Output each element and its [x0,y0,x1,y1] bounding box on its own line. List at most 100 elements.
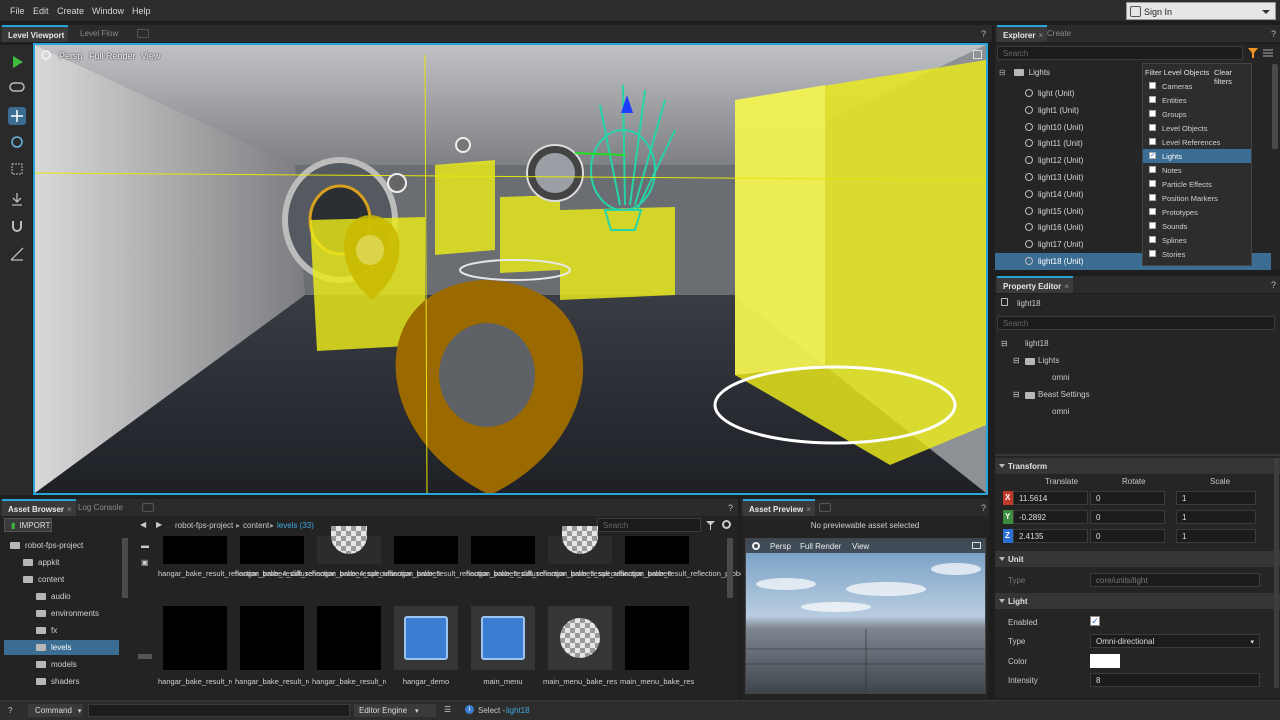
add-tab-icon[interactable] [819,503,831,512]
scale-z-field[interactable]: 1 [1176,529,1256,543]
intensity-field[interactable]: 8 [1090,673,1260,687]
filter-option[interactable]: Entities [1143,93,1251,107]
tree-node-omni[interactable]: omni [1052,407,1069,416]
back-arrow-icon[interactable]: ◀ [140,520,146,529]
asset-thumbnail[interactable] [471,536,535,564]
breadcrumb-content[interactable]: content [243,521,269,530]
gamepad-icon[interactable] [8,78,26,96]
tree-node-light18[interactable]: light18 [1025,339,1049,348]
ruler-icon[interactable] [8,245,26,263]
filter-option[interactable]: Cameras [1143,79,1251,93]
camera-icon[interactable] [972,542,981,549]
tree-item-audio[interactable]: audio [4,589,119,604]
tree-root-lights[interactable]: ⊟ Lights [999,68,1050,85]
grid-scrollbar[interactable] [727,538,733,598]
explorer-search-input[interactable]: Search [997,46,1243,60]
asset-preview-help-icon[interactable]: ? [981,503,986,513]
asset-thumbnail[interactable] [548,526,612,564]
filter-checkbox[interactable] [1149,96,1156,103]
filter-option[interactable]: Prototypes [1143,205,1251,219]
filter-checkbox[interactable] [1149,180,1156,187]
asset-thumbnail[interactable] [625,606,689,670]
persp-button[interactable]: Persp [59,51,83,61]
play-icon[interactable] [8,53,26,71]
rotate-z-field[interactable]: 0 [1090,529,1165,543]
filter-option[interactable]: Sounds [1143,219,1251,233]
tree-expand-icon[interactable]: ⊟ [1013,390,1020,399]
asset-type-icon[interactable]: ▣ [141,558,149,567]
gear-icon[interactable] [722,520,731,529]
viewport-help-icon[interactable]: ? [981,29,986,39]
tree-scrollbar[interactable] [122,538,128,598]
filter-option[interactable]: Stories [1143,247,1251,261]
tree-expand-icon[interactable]: ⊟ [1013,356,1020,365]
thumbnail-size-slider[interactable] [138,654,152,659]
asset-thumbnail[interactable] [317,526,381,564]
asset-thumbnail[interactable] [163,606,227,670]
filter-checkbox[interactable] [1149,82,1156,89]
filter-checkbox[interactable] [1149,194,1156,201]
asset-search-input[interactable]: Search [597,518,701,532]
asset-thumbnail[interactable] [240,606,304,670]
asset-thumbnail[interactable] [163,536,227,564]
filter-option[interactable]: Level Objects [1143,121,1251,135]
filter-option[interactable]: Level References [1143,135,1251,149]
translate-x-field[interactable]: 11.5614 [1013,491,1088,505]
scale-y-field[interactable]: 1 [1176,510,1256,524]
asset-thumbnail[interactable] [240,536,304,564]
tab-property-editor[interactable]: Property Editor × [997,276,1073,293]
rotate-y-field[interactable]: 0 [1090,510,1165,524]
filter-option[interactable]: ✓ Lights [1143,149,1251,163]
rotate-x-field[interactable]: 0 [1090,491,1165,505]
filter-checkbox[interactable] [1149,236,1156,243]
preview-render-button[interactable]: Full Render [800,542,841,551]
forward-arrow-icon[interactable]: ▶ [156,520,162,529]
filter-option[interactable]: Particle Effects [1143,177,1251,191]
unit-section-header[interactable]: Unit [995,551,1280,567]
menu-create[interactable]: Create [57,6,84,16]
tree-item-content[interactable]: content [4,572,119,587]
add-tab-icon[interactable] [137,29,149,38]
light-section-header[interactable]: Light [995,593,1280,609]
splitter[interactable] [995,454,1280,456]
maximize-icon[interactable] [973,50,982,59]
level-viewport[interactable]: Persp Full Render View [33,43,988,495]
filter-option[interactable]: Notes [1143,163,1251,177]
filter-icon[interactable] [1248,48,1258,58]
transform-section-header[interactable]: Transform [995,458,1280,474]
lock-icon[interactable] [1001,298,1008,306]
tab-level-flow[interactable]: Level Flow [74,25,122,42]
property-scrollbar[interactable] [1274,458,1279,688]
filter-checkbox[interactable]: ✓ [1149,152,1156,159]
translate-z-field[interactable]: 2.4135 [1013,529,1088,543]
asset-thumbnail[interactable] [548,606,612,670]
explorer-scrollbar[interactable] [1272,64,1278,149]
menu-file[interactable]: File [10,6,25,16]
asset-browser-help-icon[interactable]: ? [728,503,733,513]
gear-icon[interactable] [41,50,51,60]
explorer-help-icon[interactable]: ? [1271,29,1276,39]
preview-view-button[interactable]: View [852,542,869,551]
tree-node-lights[interactable]: Lights [1038,356,1059,365]
tab-create[interactable]: Create [1041,25,1075,42]
color-swatch[interactable] [1090,654,1120,668]
filter-icon[interactable] [706,521,715,530]
breadcrumb-project[interactable]: robot-fps-project [175,521,233,530]
gear-icon[interactable] [752,542,760,550]
command-input[interactable] [88,704,350,717]
tab-asset-browser[interactable]: Asset Browser × [2,499,76,516]
asset-thumbnail[interactable] [471,606,535,670]
translate-y-field[interactable]: -0.2892 [1013,510,1088,524]
tree-item-models[interactable]: models [4,657,119,672]
import-button[interactable]: ▮ IMPORT [4,518,52,532]
preview-viewport[interactable]: Persp Full Render View [745,538,986,694]
command-dropdown[interactable]: Command ▾ [28,704,83,717]
engine-dropdown[interactable]: Editor Engine ▾ [354,704,436,717]
menu-help[interactable]: Help [132,6,151,16]
filter-checkbox[interactable] [1149,222,1156,229]
tree-item-levels[interactable]: levels [4,640,119,655]
property-help-icon[interactable]: ? [1271,280,1276,290]
filter-checkbox[interactable] [1149,166,1156,173]
light-type-select[interactable]: Omni-directional ▾ [1090,634,1260,648]
tree-item-environments[interactable]: environments [4,606,119,621]
